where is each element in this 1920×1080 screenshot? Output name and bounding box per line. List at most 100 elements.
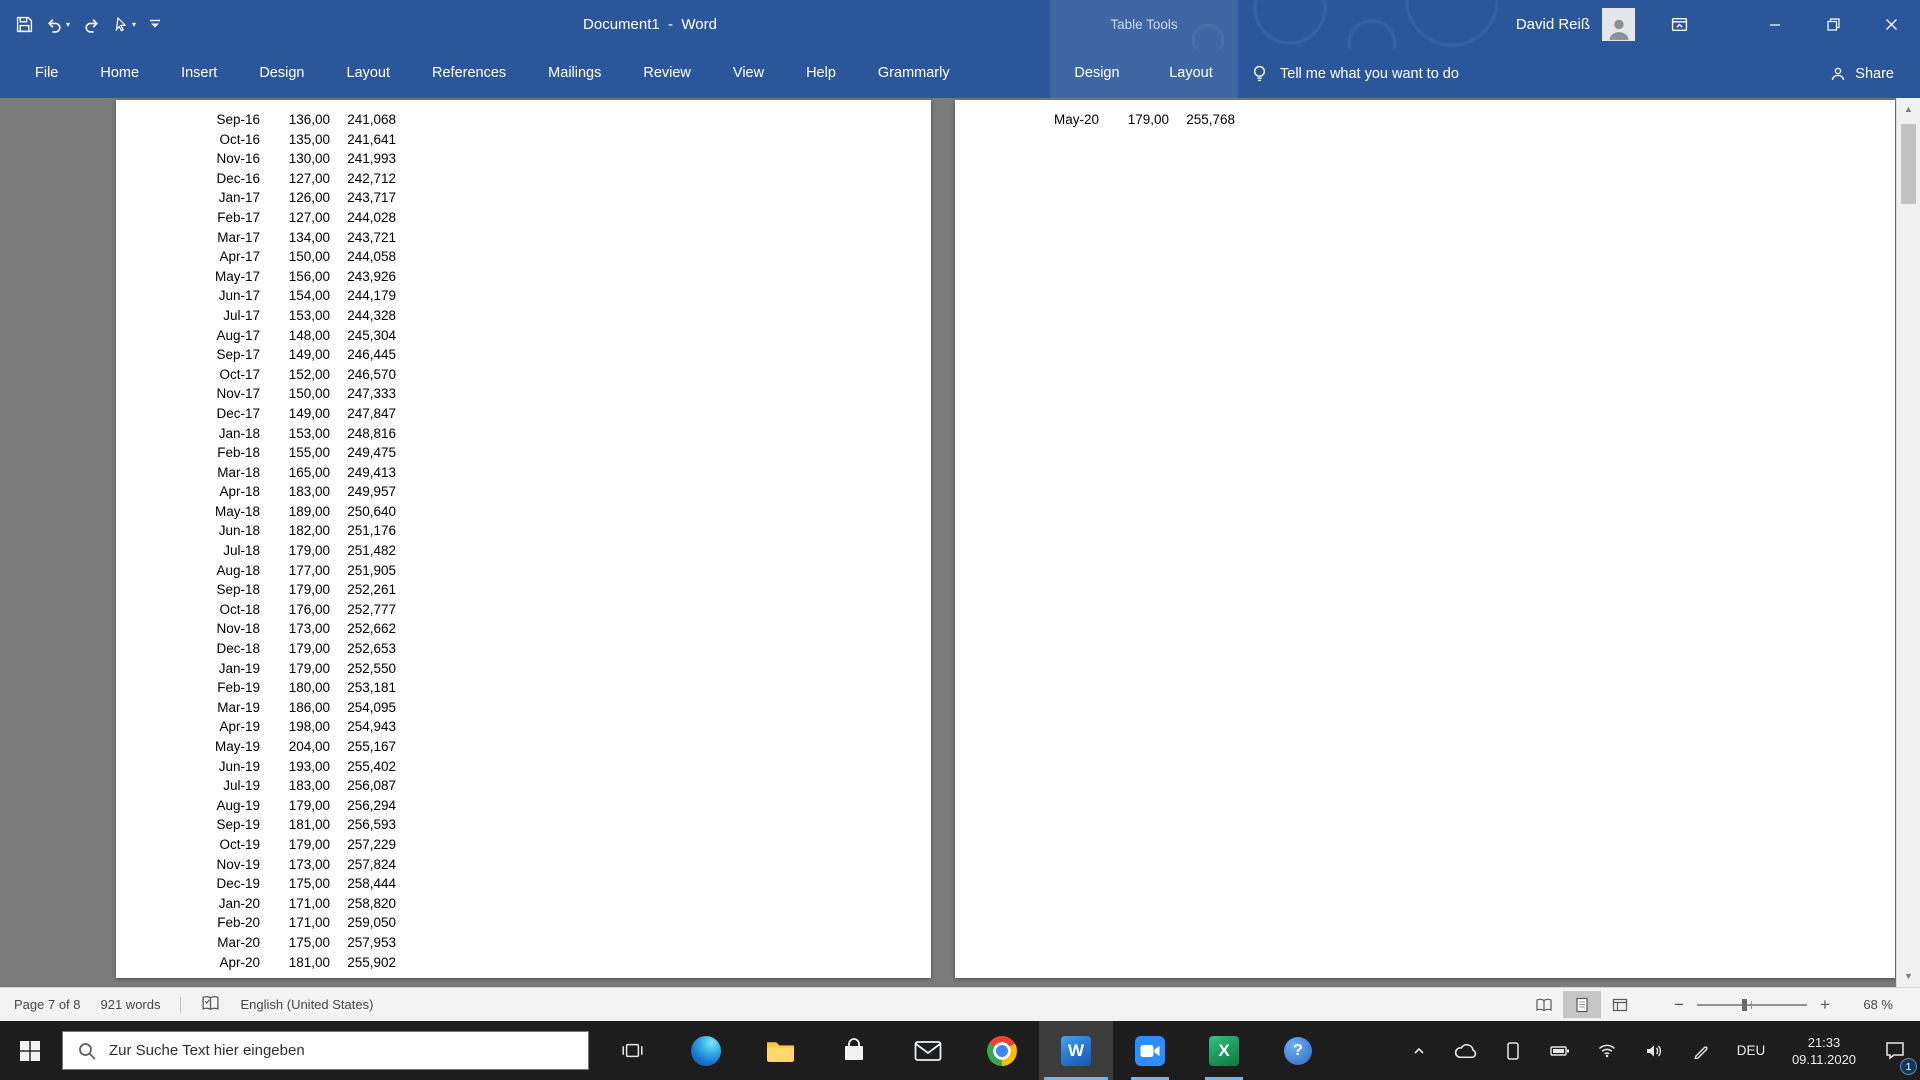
tab-review[interactable]: Review xyxy=(622,49,712,98)
scroll-up-arrow[interactable]: ▲ xyxy=(1897,98,1920,120)
mail-taskbar-button[interactable] xyxy=(891,1021,965,1080)
user-avatar[interactable] xyxy=(1602,8,1635,41)
tab-view[interactable]: View xyxy=(712,49,785,98)
battery-button[interactable] xyxy=(1536,1021,1583,1080)
file-explorer-taskbar-button[interactable] xyxy=(743,1021,817,1080)
video-call-taskbar-button[interactable] xyxy=(1113,1021,1187,1080)
tab-grammarly[interactable]: Grammarly xyxy=(857,49,971,98)
tab-layout[interactable]: Layout xyxy=(325,49,411,98)
touch-mode-button[interactable]: ▾ xyxy=(113,16,136,33)
zoom-slider-thumb[interactable] xyxy=(1742,998,1747,1011)
help-taskbar-button[interactable]: ? xyxy=(1261,1021,1335,1080)
language-switcher[interactable]: DEU xyxy=(1724,1021,1778,1080)
edge-taskbar-button[interactable] xyxy=(669,1021,743,1080)
page-indicator[interactable]: Page 7 of 8 xyxy=(14,997,81,1012)
pen-button[interactable] xyxy=(1677,1021,1724,1080)
ribbon-display-options-icon xyxy=(1671,17,1688,32)
table-cell: 181,00 xyxy=(288,817,330,833)
table-row: Mar-19 186,00 254,095 xyxy=(116,698,931,718)
zoom-slider[interactable] xyxy=(1697,998,1807,1012)
tab-home[interactable]: Home xyxy=(79,49,160,98)
start-button[interactable] xyxy=(0,1021,60,1080)
vertical-scrollbar[interactable]: ▲ ▼ xyxy=(1896,98,1920,987)
language-indicator[interactable]: English (United States) xyxy=(240,997,373,1012)
store-icon xyxy=(841,1037,867,1064)
close-button[interactable] xyxy=(1862,0,1920,49)
action-center-button[interactable]: 1 xyxy=(1870,1021,1920,1080)
task-view-taskbar-button[interactable] xyxy=(595,1021,669,1080)
table-cell: Apr-19 xyxy=(219,719,260,735)
help-icon: ? xyxy=(1284,1036,1312,1065)
context-tab-layout[interactable]: Layout xyxy=(1144,49,1238,98)
excel-taskbar-button[interactable]: X xyxy=(1187,1021,1261,1080)
context-tab-design[interactable]: Design xyxy=(1050,49,1144,98)
redo-button[interactable] xyxy=(83,16,100,33)
table-cell: Mar-20 xyxy=(217,934,260,950)
table-row: Nov-16 130,00 241,993 xyxy=(116,149,931,169)
share-button[interactable]: Share xyxy=(1830,49,1894,98)
table-row: Nov-18 173,00 252,662 xyxy=(116,619,931,639)
table-cell: 179,00 xyxy=(288,641,330,657)
tab-file[interactable]: File xyxy=(14,49,79,98)
ribbon-display-options-button[interactable] xyxy=(1671,16,1688,33)
tell-me-box[interactable]: Tell me what you want to do xyxy=(1250,49,1459,98)
table-cell: 244,179 xyxy=(347,288,396,304)
taskbar-search-box[interactable] xyxy=(62,1031,589,1070)
read-mode-button[interactable] xyxy=(1525,991,1563,1018)
taskbar-clock[interactable]: 21:33 09.11.2020 xyxy=(1778,1021,1870,1080)
document-page-8[interactable]: May-20 179,00 255,768 xyxy=(955,100,1895,978)
zoom-in-button[interactable]: + xyxy=(1817,996,1833,1013)
minimize-button[interactable] xyxy=(1746,0,1804,49)
account-user-name[interactable]: David Reiß xyxy=(1516,16,1590,33)
zoom-out-button[interactable]: − xyxy=(1671,996,1687,1013)
save-icon xyxy=(16,16,33,33)
table-row: Oct-16 135,00 241,641 xyxy=(116,130,931,150)
scrollbar-thumb[interactable] xyxy=(1901,124,1916,204)
table-cell: 244,028 xyxy=(347,209,396,225)
web-layout-button[interactable] xyxy=(1601,991,1639,1018)
action-center-icon xyxy=(1886,1042,1904,1060)
hiddens-chevron-icon-button[interactable] xyxy=(1395,1021,1442,1080)
proofing-status-button[interactable] xyxy=(201,995,220,1015)
print-layout-button[interactable] xyxy=(1563,991,1601,1018)
word-taskbar-button[interactable]: W xyxy=(1039,1021,1113,1080)
customize-quick-access-button[interactable] xyxy=(149,19,161,30)
table-cell: 247,333 xyxy=(347,386,396,402)
phone-button[interactable] xyxy=(1489,1021,1536,1080)
tab-design[interactable]: Design xyxy=(238,49,325,98)
table-cell: 251,176 xyxy=(347,523,396,539)
save-button[interactable] xyxy=(16,16,33,33)
task-view-icon xyxy=(619,1037,646,1064)
tab-mailings[interactable]: Mailings xyxy=(527,49,622,98)
search-input[interactable] xyxy=(109,1042,588,1059)
table-cell: Sep-19 xyxy=(216,817,260,833)
person-silhouette-icon xyxy=(1609,19,1628,40)
zoom-level[interactable]: 68 % xyxy=(1843,997,1893,1012)
status-right: − + 68 % xyxy=(1525,991,1893,1018)
table-tools-header: Table Tools xyxy=(1050,0,1238,49)
document-page-7[interactable]: Sep-16 136,00 241,068 Oct-16 135,00 241,641 No… xyxy=(116,100,931,978)
store-taskbar-button[interactable] xyxy=(817,1021,891,1080)
table-cell: 171,00 xyxy=(288,895,330,911)
undo-button[interactable]: ▾ xyxy=(46,16,70,33)
maximize-restore-icon xyxy=(1826,18,1840,31)
web-layout-icon xyxy=(1612,998,1628,1011)
table-cell: 249,957 xyxy=(347,484,396,500)
chrome-taskbar-button[interactable] xyxy=(965,1021,1039,1080)
table-cell: 244,058 xyxy=(347,249,396,265)
page-8-table: May-20 179,00 255,768 xyxy=(955,100,1895,130)
table-row: Sep-19 181,00 256,593 xyxy=(116,815,931,835)
tab-references[interactable]: References xyxy=(411,49,527,98)
tab-insert[interactable]: Insert xyxy=(160,49,238,98)
word-count[interactable]: 921 words xyxy=(101,997,161,1012)
maximize-restore-button[interactable] xyxy=(1804,0,1862,49)
scroll-down-arrow[interactable]: ▼ xyxy=(1897,965,1920,987)
onedrive-button[interactable] xyxy=(1442,1021,1489,1080)
tab-help[interactable]: Help xyxy=(785,49,857,98)
table-row: Dec-17 149,00 247,847 xyxy=(116,404,931,424)
table-cell: Jan-17 xyxy=(218,190,260,206)
volume-button[interactable] xyxy=(1630,1021,1677,1080)
table-cell: 255,768 xyxy=(1186,112,1235,127)
zoom-slider-track[interactable] xyxy=(1697,1003,1807,1006)
network-button[interactable] xyxy=(1583,1021,1630,1080)
